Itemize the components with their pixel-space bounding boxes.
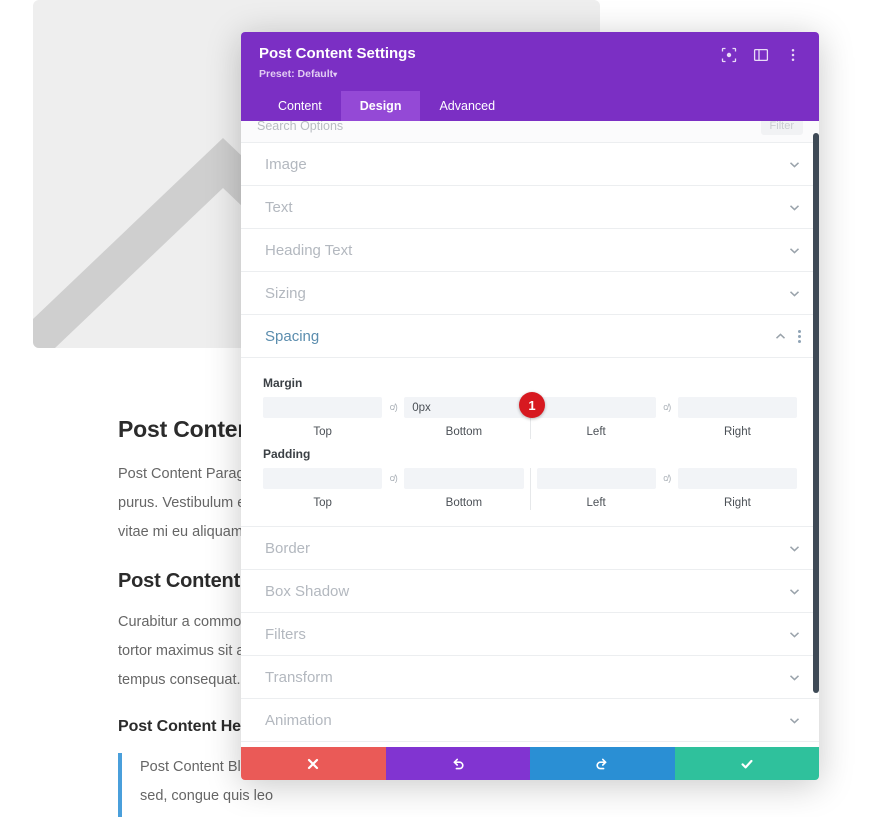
section-image[interactable]: Image — [241, 143, 819, 186]
modal-header: Post Content Settings Preset: Default▾ C… — [241, 32, 819, 121]
undo-button[interactable] — [385, 747, 530, 780]
tab-design[interactable]: Design — [340, 90, 421, 121]
chevron-down-icon[interactable] — [788, 542, 801, 555]
search-options-row[interactable]: Search Options Filter — [241, 121, 819, 143]
screen: Post Content Post Content Paragrap purus… — [0, 0, 880, 817]
padding-bottom-input[interactable] — [404, 468, 524, 489]
padding-quad: Top c/) Bottom Left c/) Right — [263, 468, 797, 510]
more-vertical-icon[interactable] — [798, 329, 801, 343]
focus-target-icon[interactable] — [721, 47, 737, 63]
bg-quote-line: tincidunt turpis. — [140, 811, 418, 817]
spacing-panel: Margin 1 Top c/) Bottom — [241, 358, 819, 527]
padding-left-input[interactable] — [536, 468, 656, 489]
section-heading-text[interactable]: Heading Text — [241, 229, 819, 272]
section-label: Border — [265, 539, 311, 557]
section-label: Image — [265, 155, 307, 173]
section-animation[interactable]: Animation — [241, 699, 819, 742]
page-title: Post Content Settings — [259, 45, 416, 62]
section-box-shadow[interactable]: Box Shadow — [241, 570, 819, 613]
padding-right-input[interactable] — [677, 468, 797, 489]
chevron-down-icon: ▾ — [333, 69, 338, 79]
more-vertical-icon[interactable] — [785, 47, 801, 63]
tab-advanced[interactable]: Advanced — [420, 91, 514, 122]
padding-bottom-caption: Bottom — [445, 497, 483, 509]
margin-quad: 1 Top c/) Bottom — [263, 392, 797, 439]
divider — [529, 468, 531, 510]
chevron-down-icon[interactable] — [788, 201, 801, 214]
section-label: Box Shadow — [265, 582, 350, 600]
chevron-down-icon[interactable] — [788, 671, 801, 684]
chevron-down-icon[interactable] — [788, 628, 801, 641]
margin-right-input[interactable] — [677, 397, 797, 418]
bg-quote-line: sed, congue quis leo — [140, 787, 274, 804]
section-label: Spacing — [265, 327, 320, 345]
modal-tabs: Content Design Advanced — [259, 90, 801, 122]
preset-selector[interactable]: Preset: Default▾ — [259, 68, 721, 80]
chevron-down-icon[interactable] — [788, 287, 801, 300]
section-sizing[interactable]: Sizing — [241, 272, 819, 315]
section-filters[interactable]: Filters — [241, 613, 819, 656]
padding-right-caption: Right — [723, 497, 751, 509]
padding-left-caption: Left — [586, 497, 606, 509]
section-spacing[interactable]: Spacing — [241, 315, 819, 358]
layout-panel-icon[interactable] — [753, 47, 769, 63]
cancel-button[interactable] — [241, 747, 386, 780]
margin-left-input[interactable] — [536, 397, 656, 418]
section-label: Sizing — [265, 284, 306, 302]
section-text[interactable]: Text — [241, 186, 819, 229]
padding-top-input[interactable] — [263, 468, 383, 489]
section-label: Heading Text — [265, 241, 353, 259]
padding-top-caption: Top — [313, 497, 332, 509]
link-values-icon[interactable]: c/) — [382, 468, 404, 483]
section-transform[interactable]: Transform — [241, 656, 819, 699]
chevron-down-icon[interactable] — [788, 244, 801, 257]
filter-button[interactable]: Filter — [760, 121, 803, 135]
chevron-down-icon[interactable] — [788, 158, 801, 171]
link-values-icon[interactable]: c/) — [656, 468, 678, 483]
margin-bottom-input[interactable] — [404, 397, 524, 418]
link-values-icon[interactable]: c/) — [382, 397, 404, 412]
section-label: Text — [265, 198, 293, 216]
section-border[interactable]: Border — [241, 527, 819, 570]
step-badge: 1 — [519, 392, 545, 418]
margin-left-caption: Left — [586, 426, 606, 438]
scrollbar-thumb[interactable] — [813, 133, 819, 693]
search-input[interactable]: Search Options — [257, 121, 343, 133]
post-content-settings-modal: Post Content Settings Preset: Default▾ C… — [241, 32, 819, 780]
chevron-up-icon[interactable] — [774, 330, 787, 343]
padding-label: Padding — [263, 447, 311, 461]
tab-content[interactable]: Content — [259, 91, 341, 122]
margin-bottom-caption: Bottom — [445, 426, 483, 438]
chevron-down-icon[interactable] — [788, 585, 801, 598]
chevron-down-icon[interactable] — [788, 714, 801, 727]
modal-footer — [241, 747, 819, 780]
margin-top-caption: Top — [313, 426, 332, 438]
redo-button[interactable] — [530, 747, 675, 780]
margin-right-caption: Right — [723, 426, 751, 438]
margin-top-input[interactable] — [263, 397, 383, 418]
modal-body: Search Options Filter Image Text Heading… — [241, 121, 819, 747]
margin-label: Margin — [263, 376, 303, 390]
section-label: Filters — [265, 625, 306, 643]
section-label: Animation — [265, 711, 332, 729]
preset-label: Preset: Default — [259, 67, 334, 80]
vertical-scrollbar[interactable] — [813, 121, 819, 747]
section-label: Transform — [265, 668, 333, 686]
link-values-icon[interactable]: c/) — [656, 397, 678, 412]
save-button[interactable] — [674, 747, 819, 780]
